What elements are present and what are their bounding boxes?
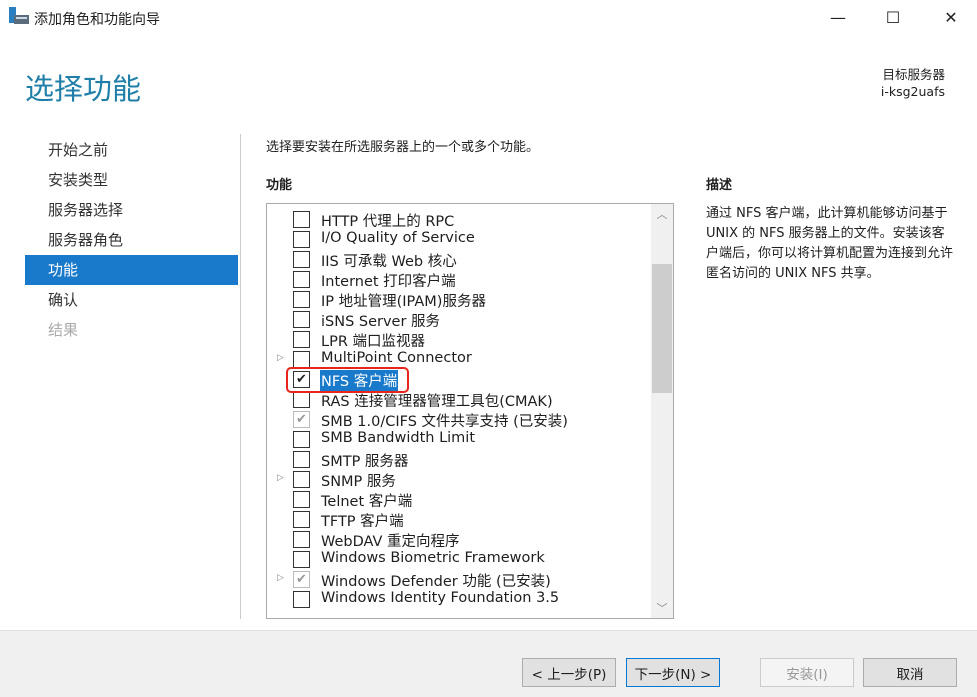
feature-label[interactable]: IIS 可承载 Web 核心 [320,250,458,271]
feature-label[interactable]: LPR 端口监视器 [320,330,426,351]
nav-item[interactable]: 服务器选择 [25,195,238,225]
feature-checkbox[interactable] [293,231,310,248]
feature-checkbox[interactable] [293,431,310,448]
previous-button[interactable]: < 上一步(P) [522,658,616,687]
feature-row[interactable]: WebDAV 重定向程序 [267,529,651,551]
feature-row[interactable]: IP 地址管理(IPAM)服务器 [267,289,651,311]
feature-label[interactable]: SNMP 服务 [320,470,397,491]
feature-checkbox[interactable] [293,511,310,528]
feature-checkbox[interactable] [293,291,310,308]
feature-checkbox[interactable] [293,551,310,568]
features-list[interactable]: HTTP 代理上的 RPC I/O Quality of Service IIS 可… [266,203,674,619]
feature-checkbox[interactable] [293,591,310,608]
expand-icon[interactable]: ▷ [277,573,284,583]
feature-checkbox[interactable] [293,531,310,548]
feature-label[interactable]: iSNS Server 服务 [320,310,441,331]
maximize-button[interactable]: ☐ [870,0,916,34]
feature-checkbox[interactable] [293,271,310,288]
target-server-label: 目标服务器 [882,67,945,82]
intro-text: 选择要安装在所选服务器上的一个或多个功能。 [266,140,540,155]
target-server: 目标服务器 i-ksg2uafs [881,66,945,100]
feature-row[interactable]: iSNS Server 服务 [267,309,651,331]
feature-label[interactable]: Internet 打印客户端 [320,270,457,291]
description-heading: 描述 [706,178,733,193]
divider [240,134,241,619]
nav-item[interactable]: 功能 [25,255,238,285]
server-manager-icon [9,7,29,24]
page-title: 选择功能 [25,72,142,106]
feature-row[interactable]: SMTP 服务器 [267,449,651,471]
feature-checkbox[interactable] [293,391,310,408]
scrollbar[interactable]: ︿ ﹀ [651,204,673,618]
feature-row[interactable]: TFTP 客户端 [267,509,651,531]
feature-label[interactable]: IP 地址管理(IPAM)服务器 [320,290,487,311]
window-title: 添加角色和功能向导 [34,12,160,28]
feature-row[interactable]: I/O Quality of Service [267,229,651,249]
nav-item[interactable]: 确认 [25,285,238,315]
feature-row[interactable]: ▷ MultiPoint Connector [267,349,651,369]
feature-checkbox: ✔ [293,571,310,588]
scrollbar-thumb[interactable] [652,264,672,393]
feature-label[interactable]: Windows Identity Foundation 3.5 [320,590,560,606]
nav-item: 结果 [48,321,79,339]
feature-checkbox[interactable] [293,351,310,368]
feature-row[interactable]: Windows Biometric Framework [267,549,651,569]
feature-row[interactable]: Internet 打印客户端 [267,269,651,291]
feature-row[interactable]: ✔ SMB 1.0/CIFS 文件共享支持 (已安装) [267,409,651,431]
feature-label[interactable]: SMB Bandwidth Limit [320,430,476,446]
feature-label[interactable]: WebDAV 重定向程序 [320,530,461,551]
feature-checkbox[interactable] [293,311,310,328]
feature-checkbox[interactable] [293,451,310,468]
nav-item[interactable]: 服务器角色 [25,225,238,255]
scroll-down-icon[interactable]: ﹀ [651,600,673,616]
feature-label[interactable]: SMB 1.0/CIFS 文件共享支持 (已安装) [320,410,569,431]
expand-icon[interactable]: ▷ [277,473,284,483]
feature-checkbox[interactable] [293,331,310,348]
feature-row[interactable]: Windows Identity Foundation 3.5 [267,589,651,609]
feature-row[interactable]: LPR 端口监视器 [267,329,651,351]
cancel-button[interactable]: 取消 [863,658,957,687]
feature-label[interactable]: HTTP 代理上的 RPC [320,210,455,231]
nav-item[interactable]: 安装类型 [25,165,238,195]
feature-row[interactable]: IIS 可承载 Web 核心 [267,249,651,271]
feature-checkbox[interactable] [293,211,310,228]
minimize-button[interactable]: — [815,0,861,34]
description-text: 通过 NFS 客户端，此计算机能够访问基于 UNIX 的 NFS 服务器上的文件… [706,206,954,281]
title-bar: 添加角色和功能向导 — ☐ ✕ [0,0,977,36]
target-server-name: i-ksg2uafs [880,84,945,99]
feature-row[interactable]: HTTP 代理上的 RPC [267,209,651,231]
feature-label[interactable]: I/O Quality of Service [320,230,476,246]
highlight-annotation [286,367,409,393]
install-button[interactable]: 安装(I) [760,658,854,687]
feature-label[interactable]: RAS 连接管理器管理工具包(CMAK) [320,390,554,411]
feature-row[interactable]: ▷ ✔ Windows Defender 功能 (已安装) [267,569,651,591]
feature-label[interactable]: TFTP 客户端 [320,510,405,531]
expand-icon[interactable]: ▷ [277,353,284,363]
feature-label[interactable]: Telnet 客户端 [320,490,413,511]
feature-row[interactable]: ▷ SNMP 服务 [267,469,651,491]
close-button[interactable]: ✕ [928,0,974,34]
feature-row[interactable]: SMB Bandwidth Limit [267,429,651,449]
feature-row[interactable]: Telnet 客户端 [267,489,651,511]
feature-checkbox[interactable] [293,251,310,268]
feature-checkbox[interactable] [293,471,310,488]
next-button[interactable]: 下一步(N) > [626,658,720,687]
feature-checkbox[interactable] [293,491,310,508]
feature-checkbox: ✔ [293,411,310,428]
feature-label[interactable]: MultiPoint Connector [320,350,473,366]
feature-label[interactable]: SMTP 服务器 [320,450,409,471]
nav-item[interactable]: 开始之前 [25,135,238,165]
scroll-up-icon[interactable]: ︿ [651,206,673,222]
feature-label[interactable]: Windows Defender 功能 (已安装) [320,570,552,591]
feature-label[interactable]: Windows Biometric Framework [320,550,546,566]
features-heading: 功能 [266,178,293,193]
